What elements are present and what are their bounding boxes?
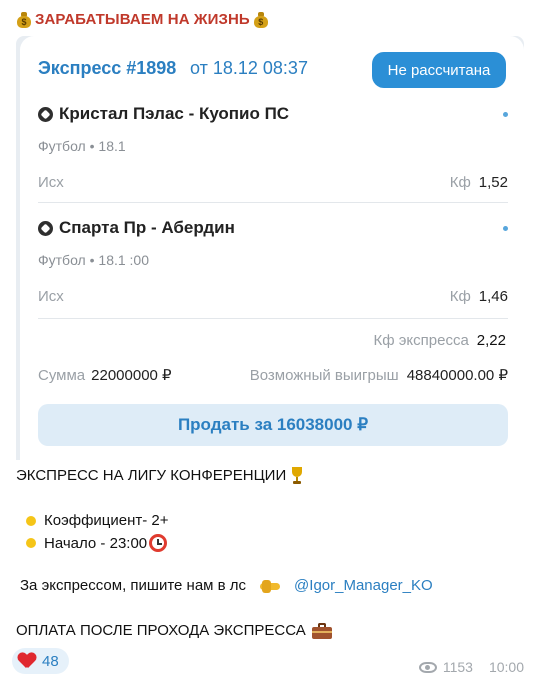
post-meta: 1153 10:00 xyxy=(418,659,524,675)
football-icon xyxy=(38,106,53,122)
bullet-text: Коэффициент- 2+ xyxy=(44,512,169,529)
contact-mention-link[interactable]: @Igor_Manager_KO xyxy=(294,577,433,594)
match-title: Кристал Пэлас - Куопио ПС xyxy=(38,104,289,124)
status-dot xyxy=(503,112,508,117)
bullet-text: Начало - 23:00 xyxy=(44,534,148,552)
sell-button[interactable]: Продать за 16038000 ₽ xyxy=(38,404,508,446)
match-title: Спарта Пр - Абердин xyxy=(38,218,235,238)
total-odds: Кф экспресса 2,22 xyxy=(374,332,506,349)
stake-label: Сумма xyxy=(38,367,86,384)
trophy-icon xyxy=(288,466,306,484)
match-name: Кристал Пэлас - Куопио ПС xyxy=(59,104,290,123)
yellow-circle-icon xyxy=(26,515,36,526)
match-name: Спарта Пр - Абердин xyxy=(59,218,235,237)
post-time: 10:00 xyxy=(488,659,524,675)
odds: Кф 1,46 xyxy=(450,288,508,305)
briefcase-icon xyxy=(311,622,332,639)
total-odds-value: 2,22 xyxy=(476,332,506,349)
match-row: Спарта Пр - Абердин Футбол • 18.1 :00 Ис… xyxy=(38,218,508,308)
outcome-label: Исх xyxy=(38,288,64,305)
blur-mask xyxy=(72,170,126,194)
status-badge: Не рассчитана xyxy=(372,52,506,88)
headline: ЭКСПРЕСС НА ЛИГУ КОНФЕРЕНЦИИ xyxy=(16,466,306,484)
reaction-button[interactable]: 48 xyxy=(12,648,69,674)
stake-row: Сумма 22000000 ₽ Возможный выигрыш 4884000… xyxy=(38,366,508,384)
money-bag-icon: $ xyxy=(16,11,32,28)
odds-label: Кф xyxy=(449,174,471,191)
payout-value: 48840000.00 ₽ xyxy=(406,367,508,384)
status-dot xyxy=(503,226,508,231)
divider xyxy=(38,202,508,203)
odds-value: 1,52 xyxy=(478,174,508,191)
alarm-clock-icon xyxy=(149,534,168,552)
match-row: Кристал Пэлас - Куопио ПС Футбол • 18.1 … xyxy=(38,104,508,194)
bet-date: от 18.12 08:37 xyxy=(190,58,308,78)
money-bag-icon: $ xyxy=(253,11,269,28)
total-odds-label: Кф экспресса xyxy=(373,332,469,349)
odds-value: 1,46 xyxy=(478,288,508,305)
blur-mask xyxy=(148,134,208,156)
channel-header[interactable]: $ ЗАРАБАТЫВАЕМ НА ЖИЗНЬ $ xyxy=(16,8,269,30)
outcome-label: Исх xyxy=(38,174,64,191)
headline-text: ЭКСПРЕСС НА ЛИГУ КОНФЕРЕНЦИИ xyxy=(16,466,287,484)
match-meta: Футбол • 18.1 :00 xyxy=(38,252,150,268)
pointing-hand-icon xyxy=(260,579,282,593)
eye-icon xyxy=(418,661,437,673)
odds-label: Кф xyxy=(449,288,471,305)
bet-card[interactable]: Экспресс #1898 от 18.12 08:37 Не рассчит… xyxy=(20,36,524,460)
contact-text: За экспрессом, пишите нам в лс xyxy=(20,577,247,594)
stake-value: 22000000 ₽ xyxy=(91,367,172,384)
bullet-item: Коэффициент- 2+ xyxy=(16,512,169,529)
yellow-circle-icon xyxy=(26,538,36,548)
heart-icon xyxy=(18,653,36,669)
reaction-count: 48 xyxy=(42,652,59,670)
bullet-item: Начало - 23:00 xyxy=(16,534,168,552)
payout: Возможный выигрыш 48840000.00 ₽ xyxy=(250,366,508,384)
view-count: 1153 xyxy=(442,659,473,675)
footer-text: ОПЛАТА ПОСЛЕ ПРОХОДА ЭКСПРЕССА xyxy=(16,622,306,639)
football-icon xyxy=(38,220,53,236)
channel-title: ЗАРАБАТЫВАЕМ НА ЖИЗНЬ xyxy=(35,10,250,28)
payout-label: Возможный выигрыш xyxy=(249,367,399,384)
odds: Кф 1,52 xyxy=(450,174,508,191)
bet-title: Экспресс #1898 xyxy=(38,58,177,78)
footer-line: ОПЛАТА ПОСЛЕ ПРОХОДА ЭКСПРЕССА xyxy=(16,622,332,639)
blur-mask xyxy=(72,284,126,308)
divider xyxy=(38,318,508,319)
contact-line: За экспрессом, пишите нам в лс @Igor_Man… xyxy=(20,577,433,594)
match-meta: Футбол • 18.1 xyxy=(38,138,126,154)
